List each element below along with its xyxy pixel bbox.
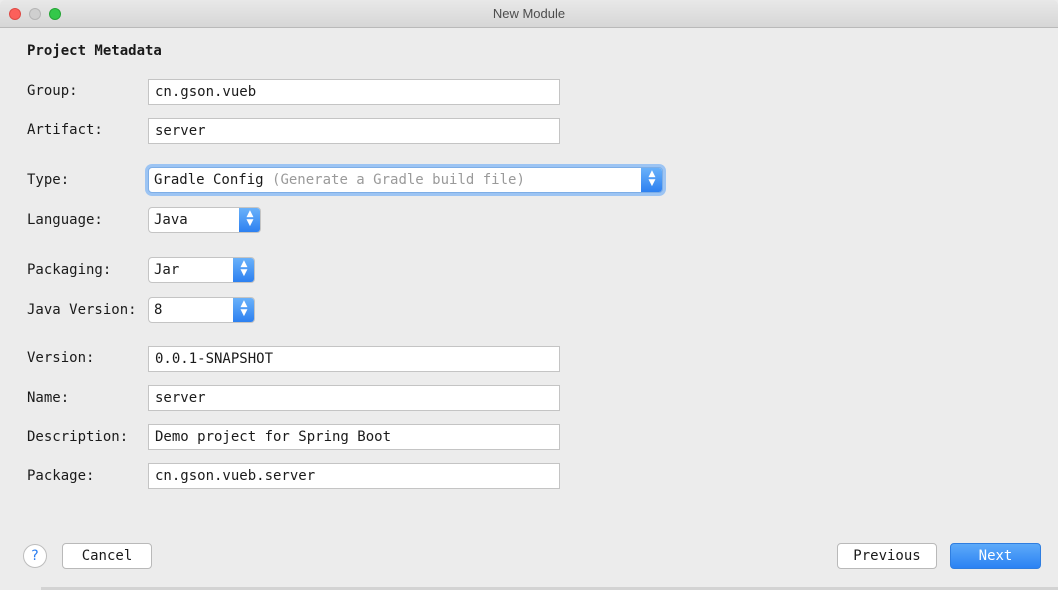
package-input[interactable]: cn.gson.vueb.server bbox=[148, 463, 560, 489]
previous-button[interactable]: Previous bbox=[837, 543, 937, 569]
version-input[interactable]: 0.0.1-SNAPSHOT bbox=[148, 346, 560, 372]
java-version-select-value: 8 bbox=[154, 302, 163, 318]
packaging-label: Packaging: bbox=[27, 262, 112, 278]
type-select[interactable]: Gradle Config (Generate a Gradle build f… bbox=[148, 167, 663, 193]
section-title: Project Metadata bbox=[27, 43, 162, 59]
packaging-select-value: Jar bbox=[154, 262, 180, 278]
artifact-input[interactable]: server bbox=[148, 118, 560, 144]
group-input[interactable]: cn.gson.vueb bbox=[148, 79, 560, 105]
name-input[interactable]: server bbox=[148, 385, 560, 411]
group-label: Group: bbox=[27, 83, 78, 99]
language-label: Language: bbox=[27, 212, 103, 228]
language-select[interactable]: Java ▲ ▼ bbox=[148, 207, 261, 233]
cancel-button[interactable]: Cancel bbox=[62, 543, 152, 569]
java-version-label: Java Version: bbox=[27, 302, 137, 318]
type-label: Type: bbox=[27, 172, 70, 188]
next-button[interactable]: Next bbox=[950, 543, 1041, 569]
up-down-chevron-icon: ▲ ▼ bbox=[239, 208, 260, 232]
title-bar: New Module bbox=[0, 0, 1058, 28]
up-down-chevron-icon: ▲ ▼ bbox=[641, 168, 662, 192]
name-label: Name: bbox=[27, 390, 70, 406]
window-title: New Module bbox=[492, 6, 566, 21]
type-select-hint: (Generate a Gradle build file) bbox=[272, 172, 525, 188]
package-label: Package: bbox=[27, 468, 95, 484]
up-down-chevron-icon: ▲ ▼ bbox=[233, 258, 254, 282]
java-version-select[interactable]: 8 ▲ ▼ bbox=[148, 297, 255, 323]
version-label: Version: bbox=[27, 350, 95, 366]
type-select-value: Gradle Config bbox=[154, 172, 264, 188]
up-down-chevron-icon: ▲ ▼ bbox=[233, 298, 254, 322]
description-input[interactable]: Demo project for Spring Boot bbox=[148, 424, 560, 450]
packaging-select[interactable]: Jar ▲ ▼ bbox=[148, 257, 255, 283]
description-label: Description: bbox=[27, 429, 129, 445]
artifact-label: Artifact: bbox=[27, 122, 103, 138]
language-select-value: Java bbox=[154, 212, 188, 228]
question-mark-icon[interactable]: ? bbox=[23, 544, 47, 568]
dialog-content: Project Metadata Group: cn.gson.vueb Art… bbox=[0, 29, 1058, 590]
